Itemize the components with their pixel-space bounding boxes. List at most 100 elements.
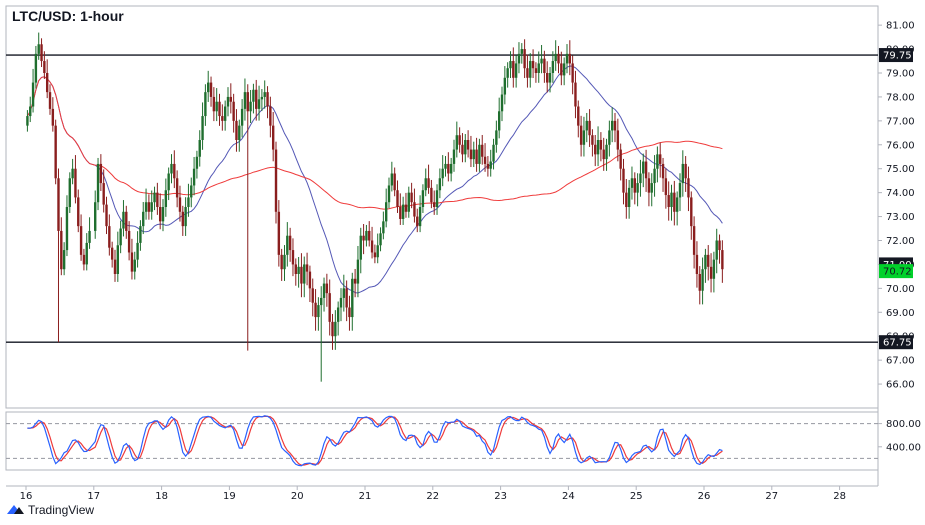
candle-body xyxy=(195,156,199,169)
price-tick-label: 74.00 xyxy=(886,188,915,199)
candle-body xyxy=(520,49,523,54)
candle-body xyxy=(579,125,583,145)
candle-body xyxy=(557,53,560,64)
candle-body xyxy=(464,140,467,155)
candle-body xyxy=(283,254,286,270)
candle-body xyxy=(492,144,495,162)
candle-body xyxy=(684,163,687,179)
candle-body xyxy=(568,53,572,64)
candle-body xyxy=(147,202,151,212)
candle-body xyxy=(610,120,614,131)
candle-body xyxy=(639,173,642,184)
candle-body xyxy=(396,190,399,207)
candle-body xyxy=(526,68,529,78)
x-tick-label: 17 xyxy=(87,491,100,502)
candle-body xyxy=(715,240,718,260)
candle-body xyxy=(173,163,176,179)
candle-body xyxy=(82,254,86,265)
x-tick-label: 25 xyxy=(630,491,643,502)
candle-body xyxy=(543,58,546,73)
candle-body xyxy=(142,211,145,227)
candle-body xyxy=(636,183,639,193)
candle-body xyxy=(537,63,540,73)
candle-body xyxy=(503,77,507,95)
candle-body xyxy=(175,178,179,198)
candle-body xyxy=(204,92,207,117)
candle-body xyxy=(625,192,628,207)
candle-body xyxy=(223,106,227,121)
candle-body xyxy=(260,96,264,100)
candle-body xyxy=(475,149,478,164)
candle-body xyxy=(277,211,281,255)
candle-body xyxy=(110,247,114,260)
candle-body xyxy=(130,252,134,272)
candle-body xyxy=(588,120,591,136)
x-tick-label: 16 xyxy=(20,491,33,502)
candle-body xyxy=(560,63,563,76)
candle-body xyxy=(661,163,665,179)
candle-body xyxy=(45,73,49,93)
candle-body xyxy=(469,149,473,160)
candle-body xyxy=(441,168,444,179)
level-label: 67.75 xyxy=(883,338,912,349)
candle-body xyxy=(257,99,261,109)
candle-body xyxy=(698,274,701,291)
candle-body xyxy=(51,108,55,126)
x-tick-label: 28 xyxy=(833,491,846,502)
candle-body xyxy=(670,192,673,207)
candle-body xyxy=(249,101,252,112)
candle-body xyxy=(523,49,526,69)
x-tick-label: 26 xyxy=(698,491,711,502)
price-label: 70.72 xyxy=(883,267,912,278)
candle-body xyxy=(368,230,371,241)
candle-body xyxy=(60,230,63,270)
candle-body xyxy=(274,149,278,212)
candle-body xyxy=(486,163,490,169)
candle-body xyxy=(692,226,696,255)
candle-body xyxy=(311,288,314,303)
candle-body xyxy=(331,321,334,337)
stoch-tick-label: 800.00 xyxy=(886,419,921,430)
chart-canvas[interactable]: 81.0080.0079.0078.0077.0076.0075.0074.00… xyxy=(0,0,925,525)
price-pane-frame xyxy=(5,5,879,409)
candle-body xyxy=(404,204,408,212)
candle-body xyxy=(461,144,464,155)
candle-body xyxy=(478,144,481,164)
candle-body xyxy=(88,230,91,243)
candle-body xyxy=(178,197,182,212)
candle-body xyxy=(71,168,74,179)
candle-body xyxy=(167,173,170,191)
candle-body xyxy=(339,297,343,308)
candle-body xyxy=(85,242,88,265)
price-tick-label: 72.00 xyxy=(886,236,915,247)
candle-body xyxy=(359,235,362,260)
candle-body xyxy=(122,211,125,229)
candle-body xyxy=(709,266,713,279)
candle-body xyxy=(31,82,35,107)
candle-body xyxy=(48,92,52,109)
watermark-text: TradingView xyxy=(28,503,94,517)
candle-body xyxy=(252,89,255,102)
candle-body xyxy=(633,178,636,193)
candle-body xyxy=(695,254,699,274)
candle-body xyxy=(483,156,487,164)
candle-body xyxy=(712,259,716,279)
candle-body xyxy=(198,140,201,157)
price-tick-label: 75.00 xyxy=(886,164,915,175)
candle-body xyxy=(57,178,60,231)
tradingview-watermark[interactable]: TradingView xyxy=(7,503,94,517)
candle-body xyxy=(362,235,365,241)
candle-body xyxy=(322,283,326,298)
candle-body xyxy=(334,321,337,337)
candle-body xyxy=(77,197,80,227)
candle-body xyxy=(514,63,518,78)
candle-body xyxy=(387,185,391,203)
price-tick-label: 77.00 xyxy=(886,116,915,127)
candle-body xyxy=(667,195,670,207)
candle-body xyxy=(342,288,346,298)
candle-body xyxy=(144,202,148,212)
candle-body xyxy=(300,266,303,284)
candle-body xyxy=(305,264,309,272)
candle-body xyxy=(62,250,66,270)
candle-body xyxy=(582,130,586,145)
